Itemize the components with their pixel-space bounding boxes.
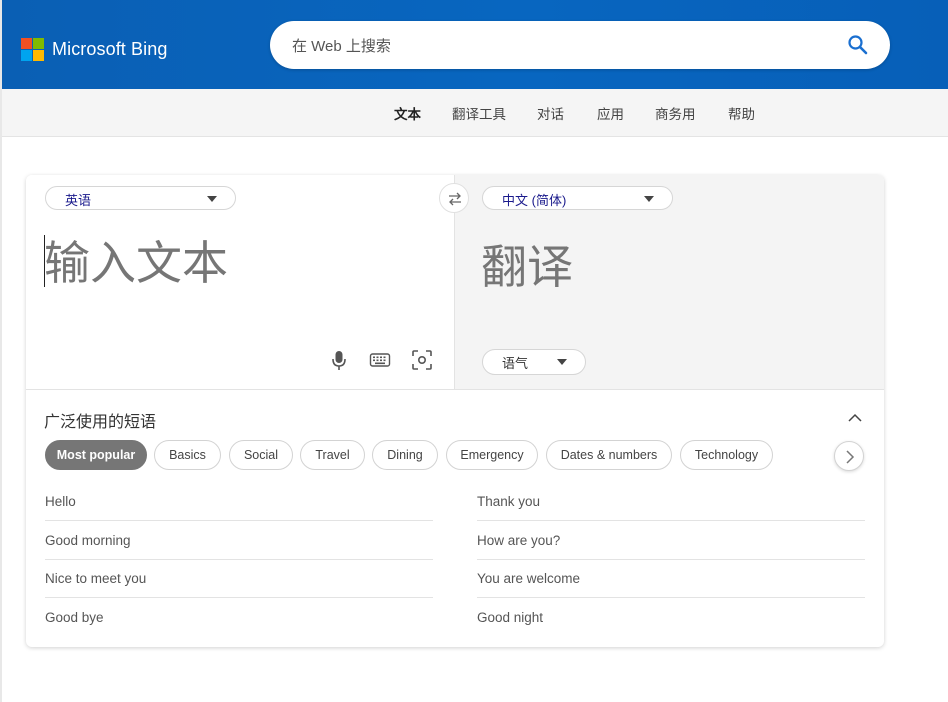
brand-name: Microsoft Bing [52,38,168,59]
top-nav: 文本 翻译工具 对话 应用 商务用 帮助 [2,89,948,137]
phrase-item[interactable]: You are welcome [477,560,865,598]
category-chip-travel[interactable]: Travel [300,440,365,470]
camera-scan-icon[interactable] [411,349,433,371]
nav-item-apps[interactable]: 应用 [597,103,624,123]
tone-select[interactable]: 语气 [482,349,586,375]
phrase-item[interactable]: Nice to meet you [45,560,433,598]
search-box [270,21,890,69]
category-chip-most-popular[interactable]: Most popular [45,440,147,470]
target-pane: 中文 (简体) 翻译 语气 [454,175,884,389]
source-language-label: 英语 [65,193,92,208]
keyboard-icon[interactable] [369,349,391,371]
category-chip-emergency[interactable]: Emergency [446,440,538,470]
phrase-item[interactable]: Good morning [45,522,433,560]
nav-item-business[interactable]: 商务用 [655,103,696,123]
target-language-label: 中文 (简体) [502,193,567,208]
chevron-right-icon[interactable] [834,441,864,471]
chevron-down-icon [644,196,654,202]
source-text-input[interactable] [44,231,436,341]
microphone-icon[interactable] [328,349,350,371]
phrases-title: 广泛使用的短语 [44,414,157,431]
phrase-item[interactable]: Hello [45,483,433,521]
nav-item-tools[interactable]: 翻译工具 [452,103,506,123]
nav-item-text[interactable]: 文本 [394,103,421,123]
chevron-up-icon[interactable] [846,409,864,427]
search-icon[interactable] [846,33,870,57]
source-language-select[interactable]: 英语 [45,186,236,210]
header: Microsoft Bing [2,0,948,89]
section-divider [26,389,884,390]
category-chip-dates-numbers[interactable]: Dates & numbers [546,440,672,470]
category-chip-basics[interactable]: Basics [154,440,221,470]
chevron-down-icon [207,196,217,202]
swap-icon [449,192,461,206]
microsoft-logo-icon [21,38,44,61]
bing-logo[interactable]: Microsoft Bing [21,36,167,62]
target-language-select[interactable]: 中文 (简体) [482,186,673,210]
source-pane: 英语 [26,175,454,389]
category-chip-social[interactable]: Social [229,440,293,470]
category-chip-technology[interactable]: Technology [680,440,773,470]
phrase-item[interactable]: Good night [477,599,865,637]
chevron-down-icon [557,359,567,365]
phrase-item[interactable]: Thank you [477,483,865,521]
translation-output: 翻译 [481,240,573,294]
phrase-item[interactable]: Good bye [45,599,433,637]
swap-languages-button[interactable] [439,183,469,213]
phrase-item[interactable]: How are you? [477,522,865,560]
text-cursor [44,235,45,287]
translator-card: 英语 输入文本 中文 (简体) 翻译 语气 广泛使用的短语 Most popul… [26,175,884,647]
nav-item-conversation[interactable]: 对话 [537,103,564,123]
nav-item-help[interactable]: 帮助 [728,103,755,123]
search-input[interactable] [290,33,834,59]
category-chip-dining[interactable]: Dining [372,440,438,470]
tone-label: 语气 [502,356,529,371]
